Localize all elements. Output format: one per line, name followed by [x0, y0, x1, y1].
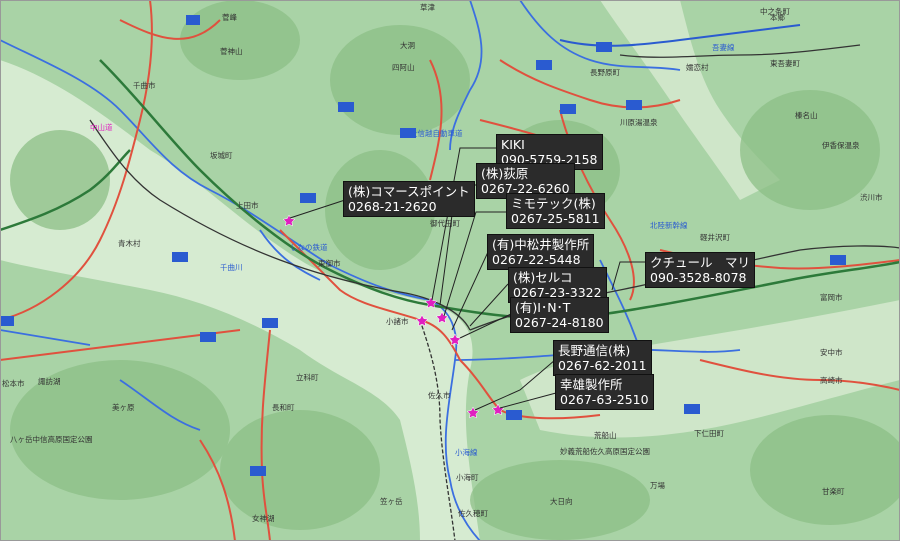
location-phone: 0267-63-2510	[560, 392, 649, 407]
location-phone: 0268-21-2620	[348, 199, 437, 214]
place-label: 美ヶ原	[112, 402, 135, 412]
place-label: 小諸市	[386, 316, 409, 326]
location-label[interactable]: 長野通信(株) 0267-62-2011	[553, 340, 652, 376]
location-name: クチュール マリ	[650, 255, 751, 270]
location-label[interactable]: (株)コマースポイント 0268-21-2620	[343, 181, 475, 217]
place-label: 東吾妻町	[770, 58, 800, 68]
place-label: 四阿山	[392, 62, 415, 72]
place-label: 長野原町	[590, 68, 620, 77]
place-label: 本郷	[770, 12, 785, 22]
place-label: 千曲市	[133, 80, 156, 90]
place-label: 菅峰	[222, 12, 237, 22]
place-label: 小海町	[456, 472, 479, 482]
line-label: 千曲川	[220, 262, 243, 272]
place-label: 高崎市	[820, 375, 843, 385]
place-label: 菅神山	[220, 46, 243, 56]
place-label: 妙義荒船佐久高原国定公園	[560, 446, 650, 456]
place-label: 下仁田町	[694, 428, 724, 438]
place-label: 長和町	[272, 403, 295, 412]
place-label: 女神湖	[252, 513, 275, 523]
place-label: 甘楽町	[822, 486, 845, 496]
place-label: 大日向	[550, 496, 573, 506]
location-phone: 090-3528-8078	[650, 270, 747, 285]
place-label: 坂城町	[210, 150, 233, 160]
location-label[interactable]: 幸雄製作所 0267-63-2510	[555, 374, 654, 410]
location-name: ミモテック(株)	[511, 196, 596, 211]
place-label: 伊香保温泉	[822, 140, 860, 150]
place-label: 草津	[420, 2, 435, 12]
place-label: 諏訪湖	[38, 376, 61, 386]
place-label: 荒船山	[594, 430, 617, 440]
line-label: 中山道	[90, 122, 113, 132]
location-phone: 0267-22-5448	[492, 252, 581, 267]
location-phone: 0267-24-8180	[515, 315, 604, 330]
location-label[interactable]: クチュール マリ 090-3528-8078	[645, 252, 756, 288]
location-label[interactable]: (有)I･N･T 0267-24-8180	[510, 297, 609, 333]
location-name: (有)中松井製作所	[492, 237, 590, 252]
regional-map[interactable]: 菅峰 菅神山 大洞 四阿山 中之条町 東吾妻町 榛名山 伊香保温泉 嬬恋村 長野…	[0, 0, 900, 541]
location-name: 幸雄製作所	[560, 377, 623, 392]
place-label: 笠ヶ岳	[380, 496, 403, 506]
line-label: 吾妻線	[712, 42, 735, 52]
place-label: 万場	[650, 480, 665, 490]
place-label: 東御市	[318, 258, 341, 268]
location-phone: 0267-62-2011	[558, 358, 647, 373]
place-label: 上田市	[236, 200, 259, 210]
place-label: 軽井沢町	[700, 232, 730, 242]
location-name: (株)荻原	[481, 166, 529, 181]
line-label: 北陸新幹線	[650, 220, 688, 230]
place-label: 富岡市	[820, 292, 843, 302]
map-frame: 菅峰 菅神山 大洞 四阿山 中之条町 東吾妻町 榛名山 伊香保温泉 嬬恋村 長野…	[0, 0, 900, 541]
place-label: 大洞	[400, 40, 415, 50]
location-name: (株)コマースポイント	[348, 184, 470, 199]
location-label[interactable]: (有)中松井製作所 0267-22-5448	[487, 234, 595, 270]
location-name: (有)I･N･T	[515, 300, 571, 315]
location-name: KIKI	[501, 137, 525, 152]
place-label: 川原湯温泉	[620, 117, 658, 127]
line-label: しなの鉄道	[290, 242, 328, 252]
place-label: 松本市	[2, 378, 25, 388]
place-label: 立科町	[296, 372, 319, 382]
place-label: 渋川市	[860, 192, 883, 202]
location-label[interactable]: ミモテック(株) 0267-25-5811	[506, 193, 605, 229]
location-name: (株)セルコ	[513, 270, 573, 285]
line-label: 小海線	[455, 447, 478, 457]
place-label: 青木村	[118, 238, 141, 248]
place-label: 榛名山	[795, 110, 818, 120]
location-phone: 0267-25-5811	[511, 211, 600, 226]
place-label: 安中市	[820, 347, 843, 357]
place-label: 八ヶ岳中信高原国定公園	[10, 434, 93, 444]
line-label: 上信越自動車道	[410, 128, 463, 138]
location-name: 長野通信(株)	[558, 343, 631, 358]
place-label: 佐久市	[428, 390, 451, 400]
place-label: 佐久穂町	[458, 508, 488, 518]
place-label: 嬬恋村	[686, 62, 709, 72]
